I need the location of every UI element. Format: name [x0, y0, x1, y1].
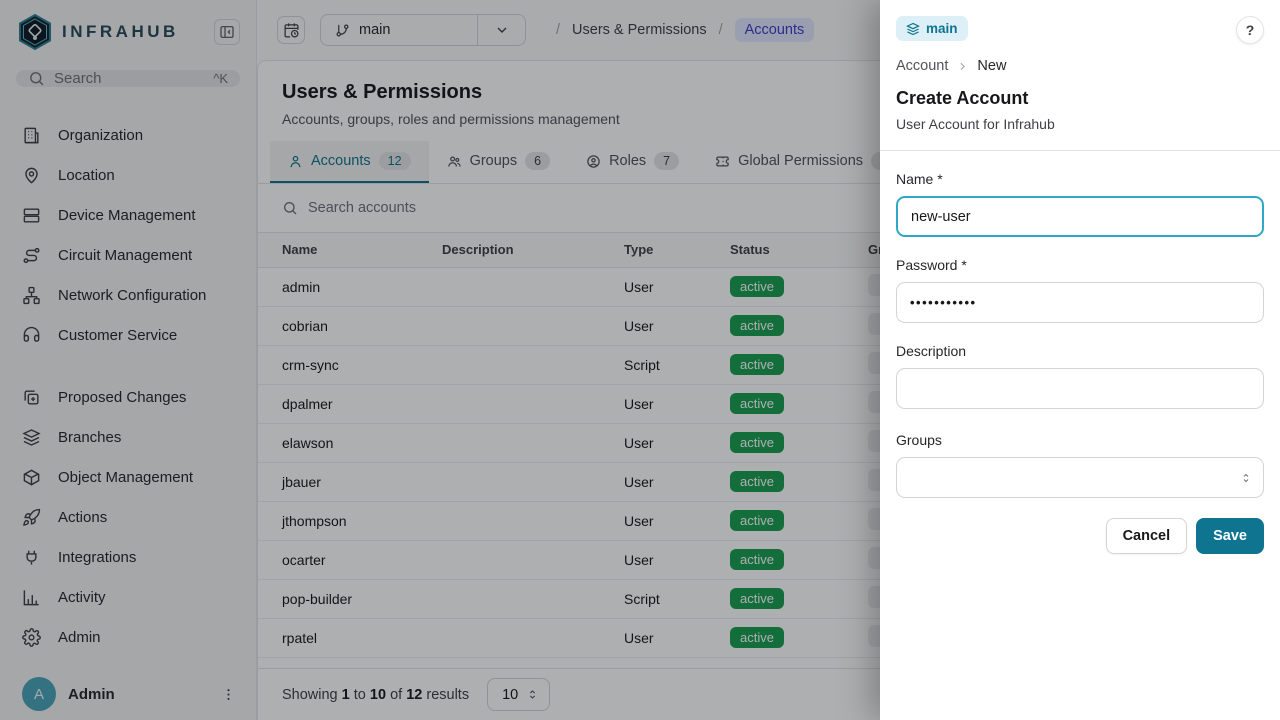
groups-label: Groups: [896, 432, 1264, 448]
save-button[interactable]: Save: [1196, 518, 1264, 554]
infrahub-app: INFRAHUB Search ^K: [0, 0, 1280, 720]
drawer-title: Create Account: [896, 88, 1264, 109]
drawer-breadcrumb-new: New: [977, 58, 1006, 74]
layers-icon: [906, 22, 920, 36]
drawer-header: main ? Account New Create Account User A…: [880, 0, 1280, 151]
help-button[interactable]: ?: [1236, 16, 1264, 44]
groups-field-group: Groups: [896, 432, 1264, 498]
name-label: Name *: [896, 171, 1264, 187]
name-input[interactable]: [896, 196, 1264, 237]
create-account-drawer: main ? Account New Create Account User A…: [880, 0, 1280, 720]
question-mark-icon: ?: [1246, 22, 1255, 38]
branch-badge: main: [896, 16, 968, 41]
drawer-breadcrumb-account[interactable]: Account: [896, 58, 948, 74]
description-field-group: Description: [896, 343, 1264, 412]
create-account-form: Name * Password * Description Groups: [880, 151, 1280, 574]
name-field-group: Name *: [896, 171, 1264, 237]
description-label: Description: [896, 343, 1264, 359]
drawer-header-top: main ?: [896, 16, 1264, 44]
groups-select[interactable]: [896, 457, 1264, 498]
drawer-breadcrumb: Account New: [896, 58, 1264, 74]
chevron-right-icon: [956, 60, 969, 73]
description-textarea[interactable]: [896, 368, 1264, 409]
password-field-group: Password *: [896, 257, 1264, 323]
cancel-button[interactable]: Cancel: [1106, 518, 1188, 554]
drawer-subtitle: User Account for Infrahub: [896, 116, 1264, 132]
chevrons-up-down-icon: [1239, 471, 1253, 485]
password-label: Password *: [896, 257, 1264, 273]
form-actions: Cancel Save: [896, 518, 1264, 554]
password-input[interactable]: [896, 282, 1264, 323]
branch-badge-label: main: [926, 21, 958, 36]
